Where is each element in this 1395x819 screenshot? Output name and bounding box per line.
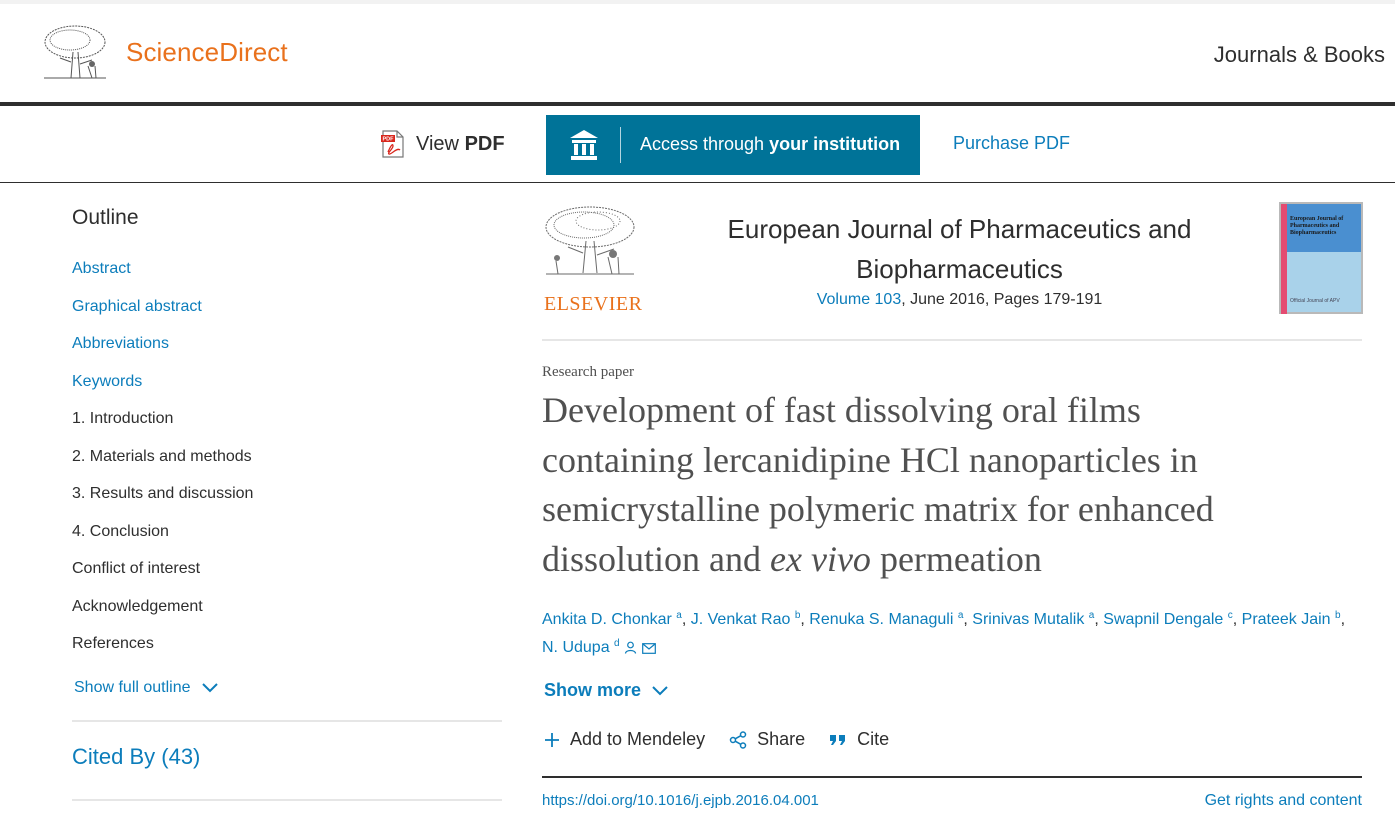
issue-info: Volume 103, June 2016, Pages 179-191 — [682, 291, 1237, 309]
elsevier-publisher-logo[interactable] — [542, 205, 638, 279]
doi-link[interactable]: https://doi.org/10.1016/j.ejpb.2016.04.0… — [542, 792, 819, 809]
outline-item-abbreviations[interactable]: Abbreviations — [72, 333, 253, 371]
chevron-down-icon — [652, 685, 668, 695]
outline-heading: Outline — [72, 206, 139, 229]
elsevier-wordmark: ELSEVIER — [544, 293, 643, 315]
sidebar-divider — [72, 720, 502, 722]
chevron-down-icon — [201, 683, 218, 693]
author-link[interactable]: Renuka S. Managuli a — [809, 611, 963, 629]
person-icon[interactable] — [624, 641, 637, 654]
pdf-icon: PDF — [381, 130, 404, 158]
sidebar-divider-2 — [72, 799, 502, 801]
outline-item-introduction[interactable]: 1. Introduction — [72, 408, 253, 446]
journal-title-link[interactable]: European Journal of Pharmaceutics and Bi… — [682, 209, 1237, 289]
author-link[interactable]: N. Udupa d — [542, 639, 620, 657]
access-divider — [620, 127, 621, 163]
access-label: Access through your institution — [640, 134, 901, 154]
outline-list: Abstract Graphical abstract Abbreviation… — [72, 258, 253, 671]
outline-item-references[interactable]: References — [72, 633, 253, 671]
plus-icon — [545, 732, 559, 747]
share-button[interactable]: Share — [729, 729, 805, 750]
journals-books-link[interactable]: Journals & Books — [1214, 42, 1385, 68]
add-to-mendeley-label: Add to Mendeley — [570, 729, 706, 749]
rights-content-link[interactable]: Get rights and content — [1205, 792, 1362, 810]
view-pdf-button[interactable]: PDF View PDF — [380, 130, 505, 158]
author-link[interactable]: J. Venkat Rao b — [691, 611, 801, 629]
share-icon — [729, 730, 747, 749]
author-link[interactable]: Ankita D. Chonkar a — [542, 611, 682, 629]
article-divider-2 — [542, 776, 1362, 778]
outline-item-keywords[interactable]: Keywords — [72, 371, 253, 409]
author-link[interactable]: Prateek Jain b — [1242, 611, 1341, 629]
svg-text:PDF: PDF — [383, 137, 395, 143]
show-full-outline-label: Show full outline — [74, 679, 191, 696]
institution-icon — [570, 130, 598, 160]
show-more-button[interactable]: Show more — [544, 680, 669, 701]
cover-footer: Official Journal of APV — [1290, 298, 1340, 304]
outline-item-conflict-of-interest[interactable]: Conflict of interest — [72, 558, 253, 596]
share-label: Share — [757, 729, 806, 749]
outline-item-conclusion[interactable]: 4. Conclusion — [72, 521, 253, 559]
show-full-outline-button[interactable]: Show full outline — [74, 679, 219, 697]
elsevier-tree-logo[interactable] — [40, 22, 110, 84]
article-title: Development of fast dissolving oral film… — [542, 390, 1214, 579]
sciencedirect-brand[interactable]: ScienceDirect — [126, 37, 288, 68]
site-header: ScienceDirect Journals & Books — [0, 4, 1395, 103]
cited-by-link[interactable]: Cited By (43) — [72, 744, 200, 770]
view-pdf-label: View — [416, 132, 459, 155]
article-divider — [542, 339, 1362, 341]
purchase-pdf-link[interactable]: Purchase PDF — [953, 133, 1070, 154]
cite-label: Cite — [857, 729, 890, 749]
cite-button[interactable]: Cite — [829, 729, 889, 750]
show-more-label: Show more — [544, 680, 642, 700]
outline-item-abstract[interactable]: Abstract — [72, 258, 253, 296]
article-toolbar: PDF View PDF Access through your institu… — [0, 106, 1395, 183]
author-link[interactable]: Swapnil Dengale c — [1103, 611, 1233, 629]
outline-item-results-discussion[interactable]: 3. Results and discussion — [72, 483, 253, 521]
outline-item-acknowledgement[interactable]: Acknowledgement — [72, 596, 253, 634]
article-type: Research paper — [542, 364, 635, 380]
author-link[interactable]: Srinivas Mutalik a — [972, 611, 1094, 629]
quote-icon — [830, 734, 846, 745]
volume-link[interactable]: Volume 103 — [817, 291, 902, 308]
issue-details: , June 2016, Pages 179-191 — [901, 291, 1103, 308]
envelope-icon[interactable] — [641, 643, 656, 654]
journal-cover-image[interactable]: European Journal of Pharmaceutics and Bi… — [1279, 202, 1363, 314]
add-to-mendeley-button[interactable]: Add to Mendeley — [544, 729, 705, 750]
outline-item-graphical-abstract[interactable]: Graphical abstract — [72, 296, 253, 334]
author-list: Ankita D. Chonkar a, J. Venkat Rao b, Re… — [542, 610, 1346, 657]
access-institution-button[interactable]: Access through your institution — [546, 115, 920, 175]
view-pdf-bold: PDF — [464, 132, 505, 155]
outline-item-materials-methods[interactable]: 2. Materials and methods — [72, 446, 253, 484]
article-actions: Add to Mendeley Share Cite — [544, 729, 913, 750]
cover-title: European Journal of Pharmaceutics and Bi… — [1290, 216, 1344, 236]
